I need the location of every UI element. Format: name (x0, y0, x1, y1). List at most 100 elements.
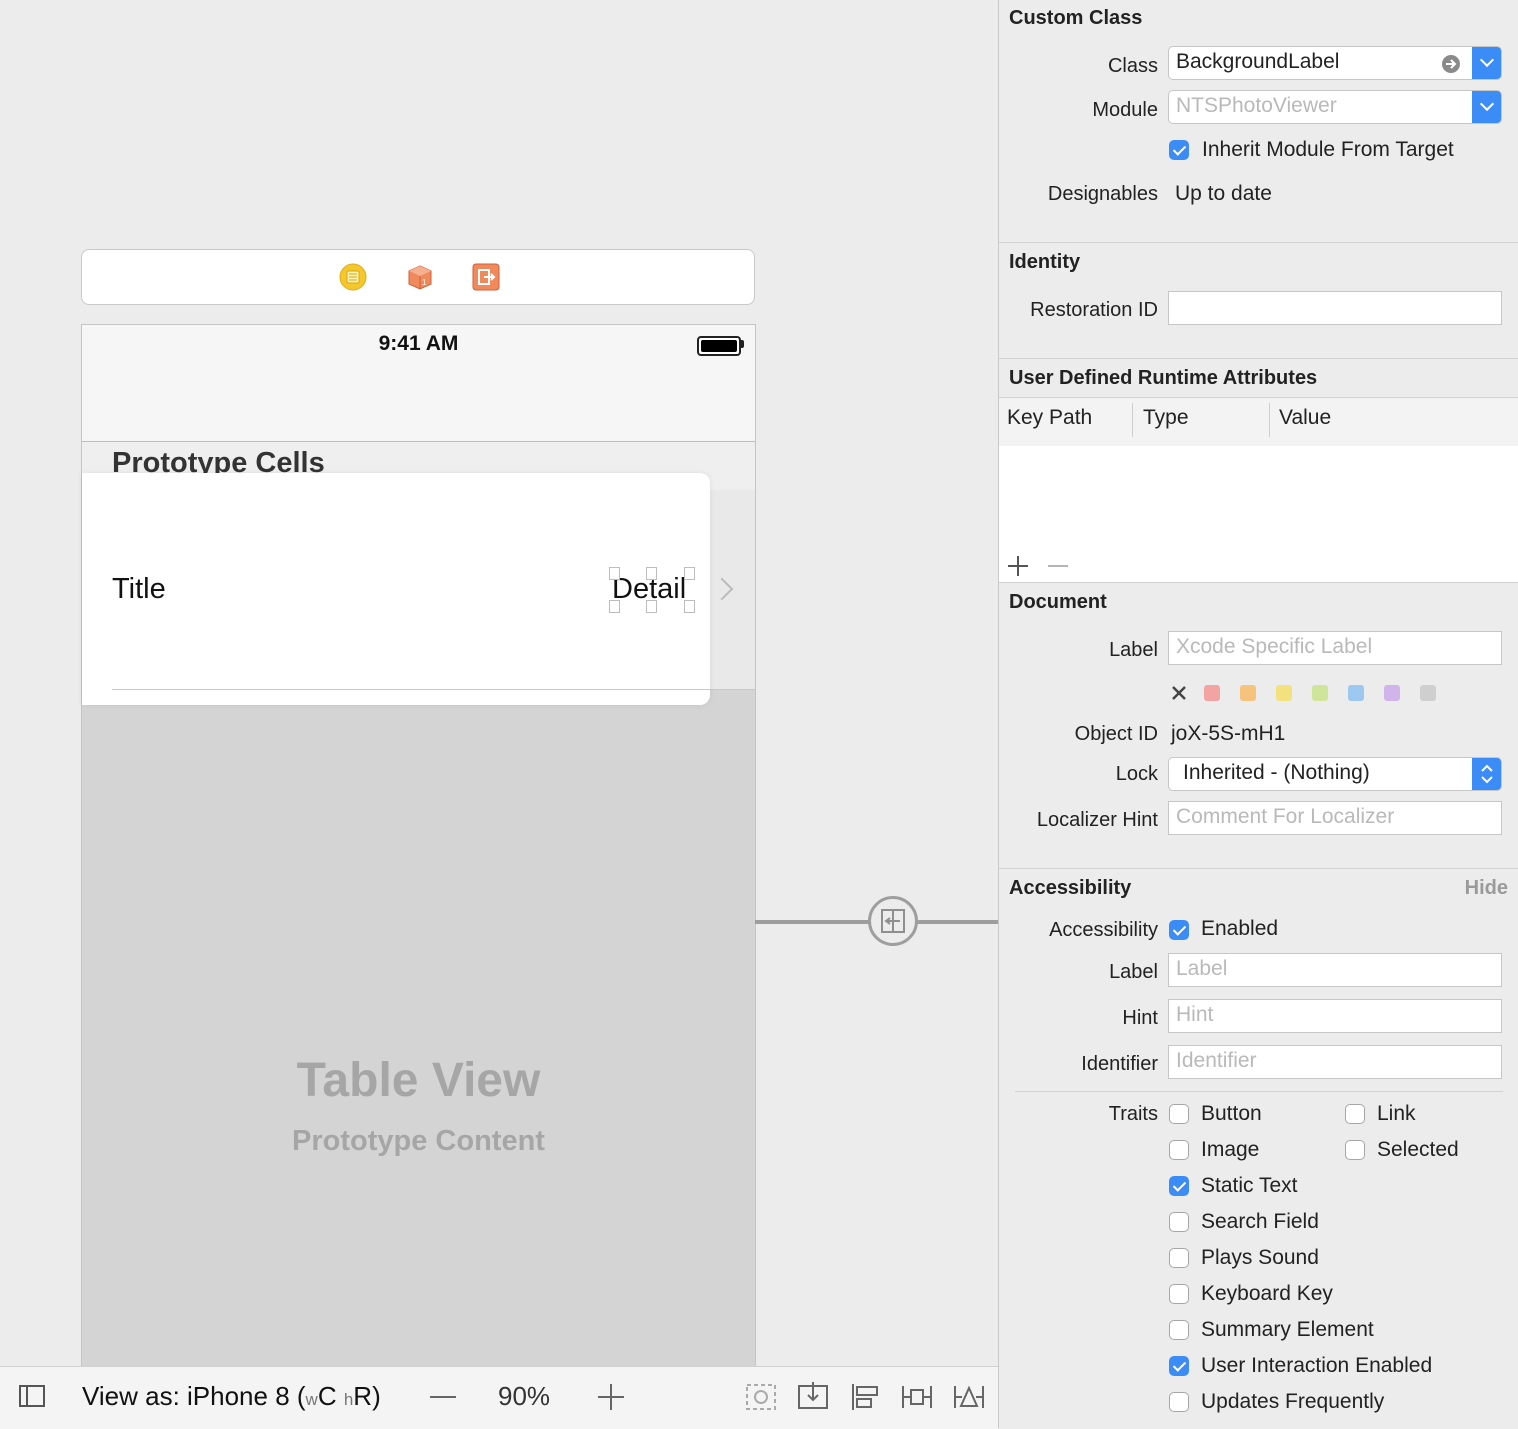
align-icon[interactable] (849, 1382, 881, 1412)
exit-icon[interactable] (472, 263, 500, 291)
document-outline-toggle-icon[interactable] (19, 1385, 45, 1407)
module-combo-box[interactable]: NTSPhotoViewer (1168, 90, 1502, 124)
traits-divider (1015, 1091, 1503, 1092)
trait-image-checkbox[interactable] (1169, 1140, 1189, 1160)
localizer-hint-field[interactable]: Comment For Localizer (1168, 801, 1502, 835)
view-as-device-button[interactable]: View as: iPhone 8 (wC hR) (82, 1381, 381, 1412)
trait-button-checkbox[interactable] (1169, 1104, 1189, 1124)
column-key-path[interactable]: Key Path (1007, 406, 1092, 430)
section-divider (999, 358, 1518, 359)
accessibility-enabled-label: Enabled (1201, 917, 1279, 940)
accessibility-label-label: Label (1109, 961, 1158, 983)
column-divider (1269, 403, 1270, 437)
trait-search-field-label: Search Field (1201, 1210, 1319, 1233)
lock-stepper-icon[interactable] (1472, 758, 1501, 790)
resolve-auto-layout-icon[interactable] (953, 1382, 985, 1412)
status-bar-time: 9:41 AM (378, 332, 459, 355)
restoration-id-label: Restoration ID (1030, 299, 1158, 321)
trait-static-text-checkbox[interactable] (1169, 1176, 1189, 1196)
table-view-subtitle: Prototype Content (292, 1125, 545, 1157)
view-controller-icon[interactable] (339, 263, 367, 291)
color-swatch-green[interactable] (1312, 685, 1328, 701)
column-type[interactable]: Type (1143, 406, 1189, 430)
localizer-hint-label: Localizer Hint (1036, 809, 1158, 831)
battery-icon (697, 336, 741, 356)
first-responder-icon[interactable]: 1 (406, 263, 434, 291)
trait-static-text-label: Static Text (1201, 1174, 1298, 1197)
zoom-out-icon[interactable] (430, 1396, 456, 1398)
trait-keyboard-key-label: Keyboard Key (1201, 1282, 1333, 1305)
add-constraints-icon[interactable] (901, 1382, 933, 1412)
designables-label: Designables (1047, 183, 1158, 205)
class-value: BackgroundLabel (1176, 50, 1340, 73)
section-divider (999, 868, 1518, 869)
runtime-attributes-table-body[interactable] (999, 446, 1518, 582)
clear-color-icon[interactable] (1172, 686, 1186, 700)
trait-summary-element-checkbox[interactable] (1169, 1320, 1189, 1340)
battery-tip (741, 340, 744, 348)
section-divider (999, 582, 1518, 583)
update-frames-icon[interactable] (745, 1382, 777, 1412)
color-swatch-red[interactable] (1204, 685, 1220, 701)
class-label: Class (1107, 55, 1158, 77)
hide-section-button[interactable]: Hide (1465, 877, 1508, 900)
trait-link-checkbox[interactable] (1345, 1104, 1365, 1124)
prototype-cell[interactable]: Title Detail (82, 473, 710, 705)
module-dropdown-button[interactable] (1472, 91, 1501, 123)
color-swatch-orange[interactable] (1240, 685, 1256, 701)
resize-handle[interactable] (609, 567, 620, 580)
restoration-id-field[interactable] (1168, 291, 1502, 325)
identity-inspector: Custom Class Class BackgroundLabel Modul… (998, 0, 1518, 1428)
column-value[interactable]: Value (1279, 406, 1331, 430)
resize-handle[interactable] (646, 567, 657, 580)
runtime-attributes-section-title: User Defined Runtime Attributes (1009, 367, 1318, 389)
go-to-class-icon[interactable] (1441, 54, 1461, 74)
resize-handle[interactable] (609, 600, 620, 613)
zoom-level: 90% (498, 1381, 551, 1411)
remove-attribute-icon[interactable] (1047, 555, 1069, 577)
color-swatch-yellow[interactable] (1276, 685, 1292, 701)
column-divider (1132, 403, 1133, 437)
lock-popup-button[interactable]: Inherited - (Nothing) (1168, 757, 1502, 791)
trait-plays-sound-label: Plays Sound (1201, 1246, 1319, 1269)
trait-user-interaction-enabled-label: User Interaction Enabled (1201, 1354, 1433, 1377)
trait-selected-label: Selected (1377, 1138, 1459, 1161)
trait-keyboard-key-checkbox[interactable] (1169, 1284, 1189, 1304)
resize-handle[interactable] (646, 600, 657, 613)
accessibility-hint-field[interactable]: Hint (1168, 999, 1502, 1033)
document-label-field[interactable]: Xcode Specific Label (1168, 631, 1502, 665)
color-swatch-purple[interactable] (1384, 685, 1400, 701)
accessibility-label-field[interactable]: Label (1168, 953, 1502, 987)
trait-plays-sound-checkbox[interactable] (1169, 1248, 1189, 1268)
inherit-module-checkbox[interactable] (1169, 140, 1189, 160)
color-swatch-blue[interactable] (1348, 685, 1364, 701)
accessibility-enabled-checkbox[interactable] (1169, 920, 1189, 940)
accessibility-identifier-field[interactable]: Identifier (1168, 1045, 1502, 1079)
trait-selected-checkbox[interactable] (1345, 1140, 1365, 1160)
accessibility-identifier-placeholder: Identifier (1176, 1049, 1257, 1072)
embed-in-icon[interactable] (797, 1382, 829, 1412)
cell-title-label[interactable]: Title (112, 573, 166, 606)
resize-handle[interactable] (684, 567, 695, 580)
accessibility-label: Accessibility (1049, 919, 1158, 941)
table-view-title: Table View (296, 1054, 541, 1107)
inherit-module-label: Inherit Module From Target (1202, 138, 1454, 161)
add-attribute-icon[interactable] (1007, 555, 1029, 577)
document-section-title: Document (1009, 591, 1107, 613)
trait-user-interaction-enabled-checkbox[interactable] (1169, 1356, 1189, 1376)
canvas-bottom-bar: View as: iPhone 8 (wC hR) 90% (0, 1366, 998, 1429)
color-swatch-gray[interactable] (1420, 685, 1436, 701)
segue-icon[interactable] (868, 896, 918, 946)
zoom-in-icon-vertical[interactable] (610, 1384, 612, 1410)
trait-updates-frequently-checkbox[interactable] (1169, 1392, 1189, 1412)
class-dropdown-button[interactable] (1472, 47, 1501, 79)
accessibility-hint-placeholder: Hint (1176, 1003, 1214, 1026)
trait-search-field-checkbox[interactable] (1169, 1212, 1189, 1232)
class-combo-box[interactable]: BackgroundLabel (1168, 46, 1502, 80)
accessibility-identifier-label: Identifier (1081, 1053, 1158, 1075)
traits-label: Traits (1108, 1103, 1158, 1125)
cell-separator (112, 689, 755, 690)
resize-handle[interactable] (684, 600, 695, 613)
iphone-scene[interactable]: 9:41 AM Prototype Cells Title Detail Tab… (81, 324, 756, 1366)
storyboard-canvas[interactable]: 1 9:41 AM Prototype Cells Title Detail T… (0, 0, 998, 1366)
